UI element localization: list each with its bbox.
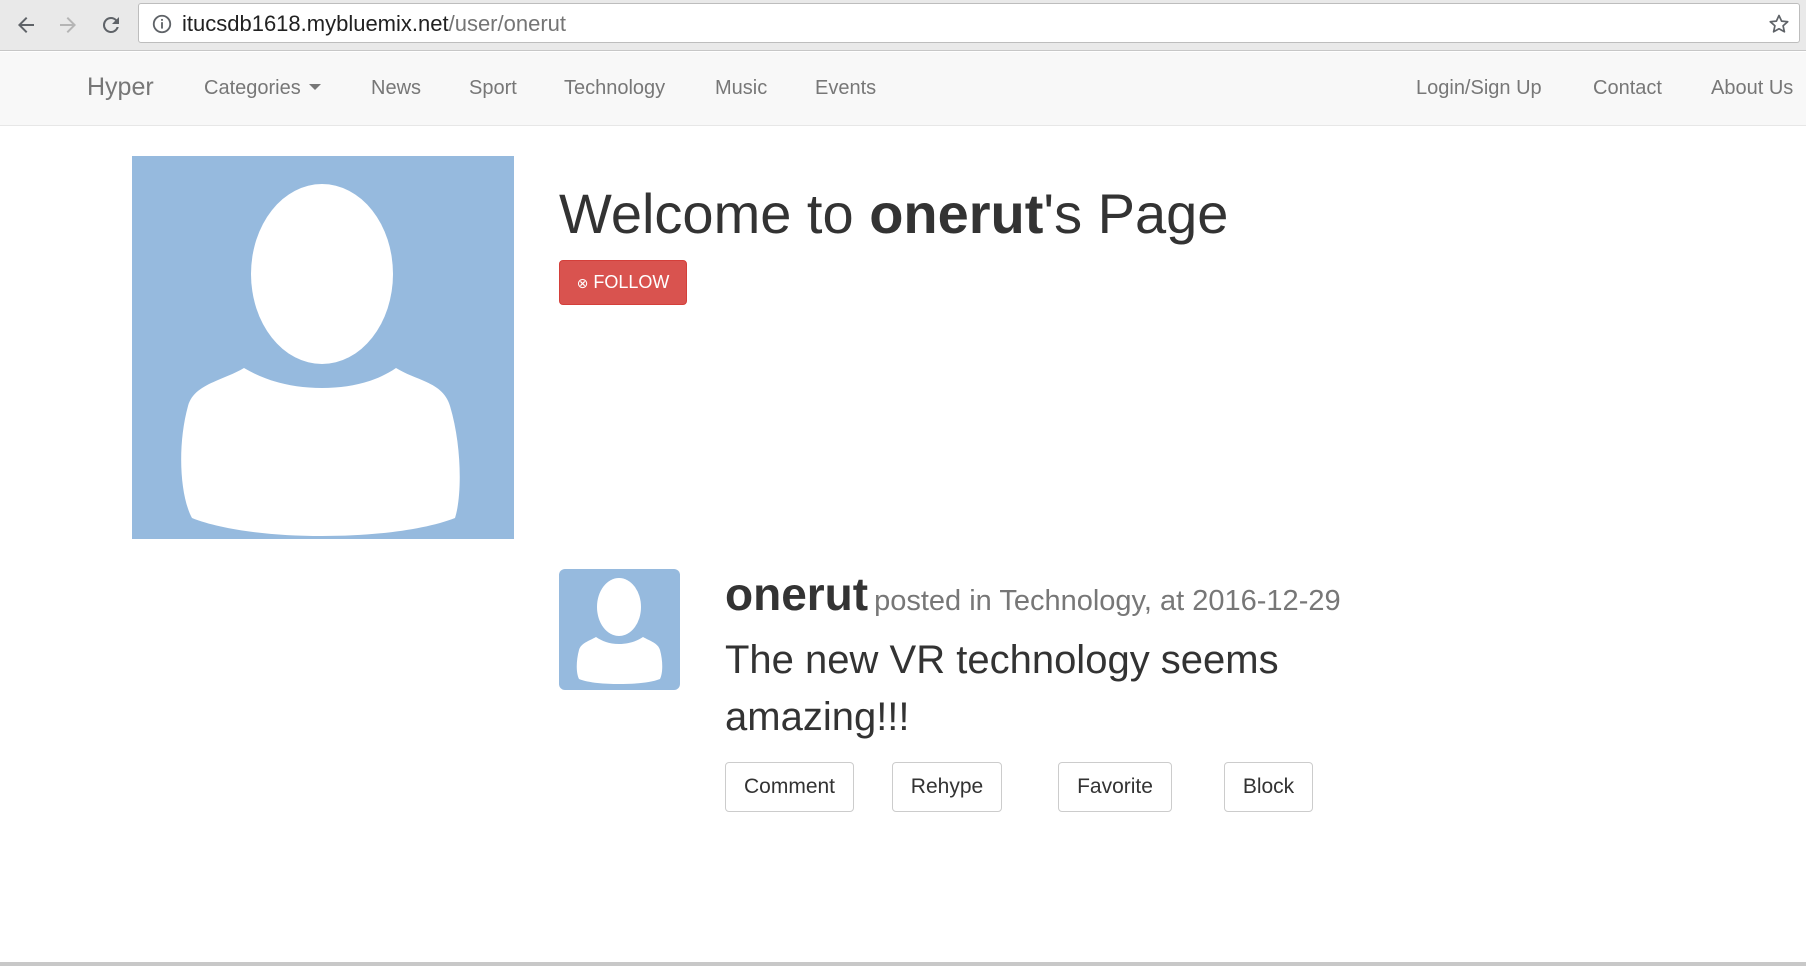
url-text[interactable]: itucsdb1618.mybluemix.net/user/onerut xyxy=(182,12,566,36)
reload-button[interactable] xyxy=(94,8,128,42)
post-header: onerut posted in Technology, at 2016-12-2… xyxy=(725,566,1341,629)
nav-item-technology[interactable]: Technology xyxy=(564,76,665,100)
follow-label: FOLLOW xyxy=(593,272,670,292)
favorite-button[interactable]: Favorite xyxy=(1058,762,1172,812)
user-silhouette-icon xyxy=(576,578,663,684)
window-bottom-border xyxy=(0,962,1806,966)
post-meta: posted in Technology, at 2016-12-29 xyxy=(874,585,1341,617)
rehype-button[interactable]: Rehype xyxy=(892,762,1002,812)
nav-item-sport[interactable]: Sport xyxy=(469,76,517,100)
nav-item-categories[interactable]: Categories xyxy=(204,76,321,100)
back-button[interactable] xyxy=(9,8,43,42)
caret-down-icon xyxy=(308,83,321,90)
welcome-suffix: 's Page xyxy=(1043,182,1229,245)
post-text: The new VR technology seems amazing!!! xyxy=(725,638,1279,739)
nav-item-events[interactable]: Events xyxy=(815,76,876,100)
bookmark-star-icon[interactable] xyxy=(1767,12,1791,36)
reload-icon xyxy=(102,16,119,33)
follow-button[interactable]: ⊗ FOLLOW xyxy=(559,260,687,305)
post-author-avatar[interactable] xyxy=(559,569,680,690)
arrow-right-icon xyxy=(60,17,76,33)
arrow-left-icon xyxy=(18,17,34,33)
address-bar[interactable]: itucsdb1618.mybluemix.net/user/onerut xyxy=(138,3,1800,43)
nav-item-categories-label: Categories xyxy=(204,77,301,99)
brand-link[interactable]: Hyper xyxy=(87,75,154,100)
nav-item-music[interactable]: Music xyxy=(715,76,767,100)
circle-x-icon: ⊗ xyxy=(576,275,589,291)
profile-username: onerut xyxy=(869,182,1044,245)
block-button[interactable]: Block xyxy=(1224,762,1313,812)
nav-item-contact[interactable]: Contact xyxy=(1593,76,1662,100)
site-navbar: Hyper Categories News Sport Technology M… xyxy=(0,52,1806,126)
welcome-prefix: Welcome to xyxy=(559,182,870,245)
nav-item-news[interactable]: News xyxy=(371,76,421,100)
nav-item-login-signup[interactable]: Login/Sign Up xyxy=(1416,76,1542,100)
page-title: Welcome to onerut's Page xyxy=(559,182,1228,246)
nav-item-about-us[interactable]: About Us xyxy=(1711,76,1793,100)
url-path: /user/onerut xyxy=(448,11,566,36)
user-silhouette-icon xyxy=(181,184,460,536)
browser-toolbar: itucsdb1618.mybluemix.net/user/onerut xyxy=(0,0,1806,51)
forward-button[interactable] xyxy=(51,8,85,42)
comment-button[interactable]: Comment xyxy=(725,762,854,812)
post-author-name[interactable]: onerut xyxy=(725,568,868,620)
url-host: itucsdb1618.mybluemix.net xyxy=(182,11,449,36)
info-icon[interactable] xyxy=(151,13,173,35)
profile-avatar xyxy=(132,156,514,539)
